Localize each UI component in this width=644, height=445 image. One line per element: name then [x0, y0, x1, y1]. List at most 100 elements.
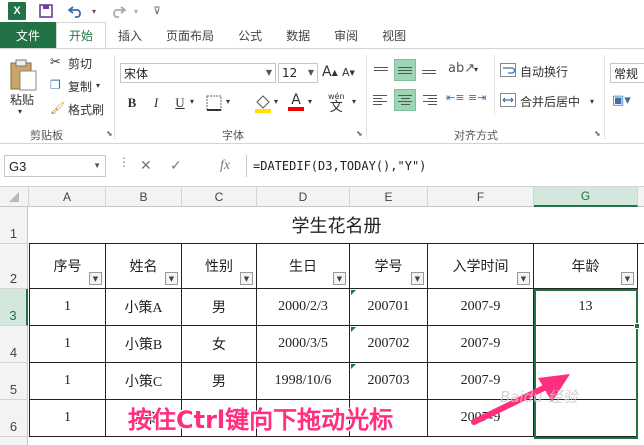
- filter-dropdown-icon[interactable]: ▼: [89, 272, 102, 285]
- row-header-3[interactable]: 3: [0, 289, 28, 326]
- orientation-dropdown-icon[interactable]: ▾: [474, 65, 478, 74]
- filter-dropdown-icon[interactable]: ▼: [333, 272, 346, 285]
- row-header-4[interactable]: 4: [0, 326, 28, 363]
- header-cell-id[interactable]: 序号 ▼: [29, 244, 106, 289]
- redo-icon[interactable]: [108, 2, 128, 20]
- table-cell[interactable]: 小策C: [106, 363, 182, 400]
- borders-icon[interactable]: [206, 95, 222, 111]
- copy-icon[interactable]: ❐: [50, 78, 61, 92]
- table-cell[interactable]: 1998/10/6: [257, 363, 350, 400]
- table-cell[interactable]: 1: [29, 400, 106, 437]
- merge-center-button[interactable]: 合并后居中: [520, 93, 580, 110]
- tab-formulas[interactable]: 公式: [226, 22, 274, 48]
- format-painter-icon[interactable]: 🖌: [50, 101, 65, 115]
- name-box[interactable]: G3 ▼: [4, 155, 106, 177]
- filter-dropdown-icon[interactable]: ▼: [240, 272, 253, 285]
- sheet-title-cell[interactable]: 学生花名册: [29, 207, 644, 244]
- table-cell[interactable]: 1: [29, 289, 106, 326]
- table-cell[interactable]: 小策A: [106, 289, 182, 326]
- align-middle-icon[interactable]: [394, 59, 416, 81]
- row-header-2[interactable]: 2: [0, 244, 28, 289]
- column-header-a[interactable]: A: [29, 187, 106, 207]
- row-header-7[interactable]: [0, 437, 28, 445]
- format-painter-button[interactable]: 格式刷: [68, 101, 104, 118]
- table-cell[interactable]: 1: [29, 326, 106, 363]
- fill-color-dropdown-icon[interactable]: ▾: [274, 97, 278, 106]
- underline-button[interactable]: U: [170, 93, 190, 113]
- row-header-5[interactable]: 5: [0, 363, 28, 400]
- table-cell[interactable]: 1: [29, 363, 106, 400]
- accounting-format-icon[interactable]: ▣▾: [612, 93, 631, 108]
- column-header-d[interactable]: D: [257, 187, 350, 207]
- font-color-dropdown-icon[interactable]: ▾: [308, 97, 312, 106]
- header-cell-age[interactable]: 年龄 ▼: [534, 244, 638, 289]
- tab-data[interactable]: 数据: [274, 22, 322, 48]
- font-color-icon[interactable]: A: [288, 93, 304, 111]
- alignment-launcher-icon[interactable]: ⬊: [594, 129, 601, 138]
- table-cell[interactable]: 男: [182, 363, 257, 400]
- cut-icon[interactable]: ✂: [50, 55, 61, 70]
- filter-dropdown-icon[interactable]: ▼: [517, 272, 530, 285]
- cancel-icon[interactable]: ✕: [140, 158, 152, 174]
- table-cell[interactable]: 女: [182, 326, 257, 363]
- merge-center-icon[interactable]: [500, 93, 516, 107]
- table-cell[interactable]: 2007-9: [428, 289, 534, 326]
- customize-qat-icon[interactable]: ⊽: [150, 2, 164, 20]
- column-header-e[interactable]: E: [350, 187, 428, 207]
- filter-dropdown-icon[interactable]: ▼: [165, 272, 178, 285]
- column-header-g[interactable]: G: [534, 187, 638, 207]
- align-center-icon[interactable]: [394, 89, 416, 111]
- align-left-icon[interactable]: [370, 89, 392, 111]
- tab-insert[interactable]: 插入: [106, 22, 154, 48]
- header-cell-birthday[interactable]: 生日 ▼: [257, 244, 350, 289]
- paste-icon[interactable]: [8, 57, 42, 93]
- table-cell[interactable]: 200702: [350, 326, 428, 363]
- table-cell[interactable]: 2000/2/3: [257, 289, 350, 326]
- filter-dropdown-icon[interactable]: ▼: [621, 272, 634, 285]
- header-cell-student-no[interactable]: 学号 ▼: [350, 244, 428, 289]
- header-cell-gender[interactable]: 性别 ▼: [182, 244, 257, 289]
- row-header-6[interactable]: 6: [0, 400, 28, 437]
- align-right-icon[interactable]: [418, 89, 440, 111]
- save-icon[interactable]: [36, 2, 56, 20]
- tab-view[interactable]: 视图: [370, 22, 418, 48]
- increase-indent-icon[interactable]: ≡⇥: [468, 91, 486, 104]
- align-bottom-icon[interactable]: [418, 59, 440, 81]
- table-cell[interactable]: 男: [182, 289, 257, 326]
- borders-dropdown-icon[interactable]: ▾: [226, 97, 230, 106]
- orientation-icon[interactable]: ab↗: [448, 61, 475, 76]
- tab-file[interactable]: 文件: [0, 22, 57, 48]
- enter-icon[interactable]: ✓: [170, 158, 182, 174]
- paste-dropdown-icon[interactable]: ▾: [18, 107, 22, 116]
- cut-button[interactable]: 剪切: [68, 55, 92, 72]
- header-cell-name[interactable]: 姓名 ▼: [106, 244, 182, 289]
- formula-input[interactable]: =DATEDIF(D3,TODAY(),"Y"): [246, 155, 644, 177]
- undo-icon[interactable]: [66, 2, 86, 20]
- fill-color-icon[interactable]: [254, 93, 272, 113]
- copy-button[interactable]: 复制: [68, 78, 92, 95]
- undo-dropdown-icon[interactable]: ▾: [88, 2, 100, 20]
- font-launcher-icon[interactable]: ⬊: [356, 129, 363, 138]
- tab-page-layout[interactable]: 页面布局: [154, 22, 226, 48]
- wrap-text-button[interactable]: 自动换行: [520, 63, 568, 80]
- table-cell[interactable]: 200701: [350, 289, 428, 326]
- table-cell[interactable]: 2007-9: [428, 326, 534, 363]
- table-cell[interactable]: 小策B: [106, 326, 182, 363]
- redo-dropdown-icon[interactable]: ▾: [130, 2, 142, 20]
- number-format-select[interactable]: 常规: [610, 63, 644, 83]
- align-top-icon[interactable]: [370, 59, 392, 81]
- phonetic-guide-icon[interactable]: wén 文: [328, 91, 345, 114]
- grow-font-icon[interactable]: A ▲: [322, 64, 338, 80]
- wrap-text-icon[interactable]: [500, 63, 516, 77]
- phonetic-dropdown-icon[interactable]: ▾: [352, 97, 356, 106]
- underline-dropdown-icon[interactable]: ▾: [190, 97, 194, 106]
- tab-review[interactable]: 审阅: [322, 22, 370, 48]
- filter-dropdown-icon[interactable]: ▼: [411, 272, 424, 285]
- insert-function-icon[interactable]: fx: [220, 158, 230, 174]
- row-header-1[interactable]: 1: [0, 207, 28, 244]
- column-header-f[interactable]: F: [428, 187, 534, 207]
- header-cell-enroll[interactable]: 入学时间 ▼: [428, 244, 534, 289]
- decrease-indent-icon[interactable]: ⇤≡: [446, 91, 464, 104]
- select-all-corner[interactable]: [0, 187, 29, 207]
- tab-home[interactable]: 开始: [56, 22, 107, 48]
